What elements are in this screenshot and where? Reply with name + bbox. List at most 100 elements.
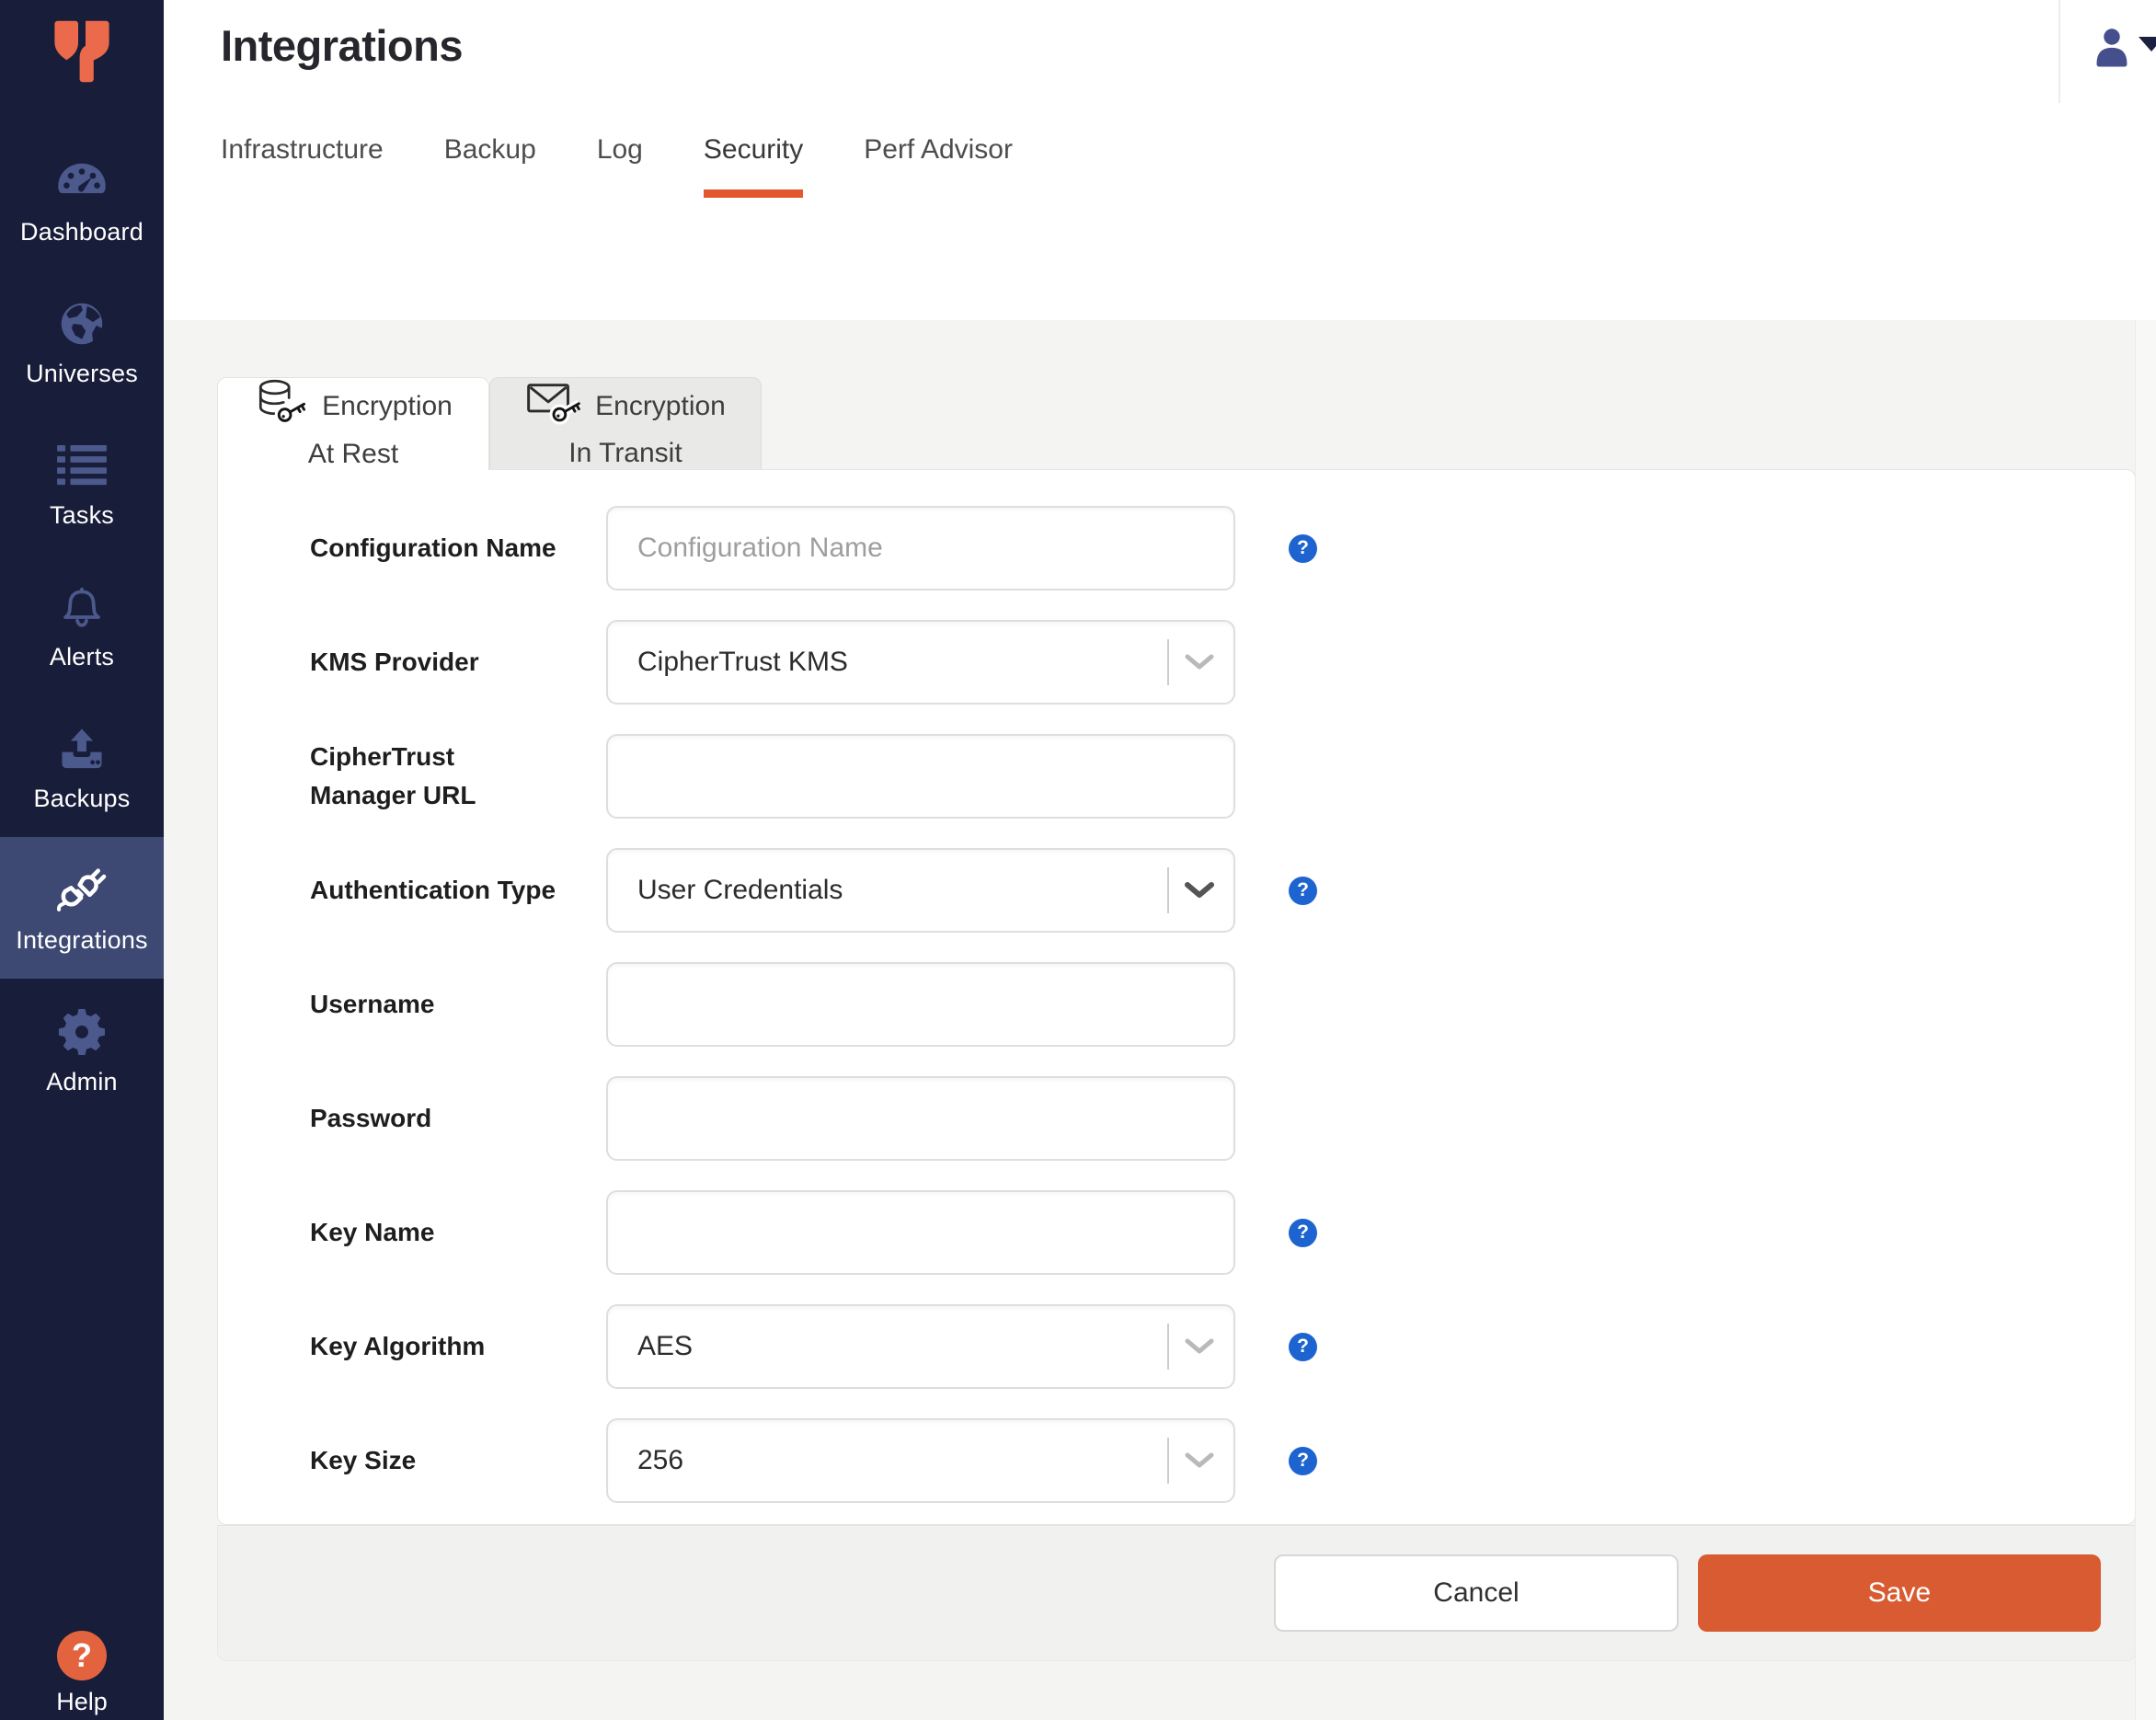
help-icon: ? — [57, 1631, 107, 1680]
form-row-key-algorithm: Key Algorithm AES? — [310, 1304, 2135, 1389]
ciphertrust-manager-url-input[interactable] — [606, 734, 1235, 819]
main-area: Integrations Infrastructure Backup Log Secu… — [164, 0, 2156, 1720]
authentication-type-field: User Credentials — [606, 848, 1235, 933]
ciphertrust-manager-url-label: CipherTrust Manager URL — [310, 742, 476, 809]
configuration-name-field — [606, 506, 1235, 591]
key-name-input[interactable] — [606, 1190, 1235, 1275]
content-area: Encryption At Rest Encryption In Transit C… — [164, 320, 2156, 1720]
tab-perf-advisor[interactable]: Perf Advisor — [864, 134, 1013, 198]
encryption-at-rest-form: Configuration Name? KMS Provider CipherTru… — [217, 469, 2136, 1525]
encryption-tab-bar: Encryption At Rest Encryption In Transit — [217, 377, 2136, 470]
authentication-type-value: User Credentials — [637, 875, 843, 905]
yugabyte-logo[interactable] — [0, 0, 164, 116]
key-size-value: 256 — [637, 1445, 684, 1475]
kms-provider-value: CipherTrust KMS — [637, 647, 848, 677]
configuration-name-label: Configuration Name — [310, 533, 556, 562]
universes-globe-icon — [58, 295, 106, 352]
sidebar-item-label: Integrations — [16, 925, 148, 954]
sidebar-nav: Dashboard Universes Tasks Alerts Backups… — [0, 129, 164, 1120]
password-field — [606, 1076, 1235, 1161]
select-divider — [1167, 867, 1169, 913]
username-input[interactable] — [606, 962, 1235, 1047]
help-tooltip-icon[interactable]: ? — [1289, 533, 1317, 563]
chevron-down-icon[interactable] — [1180, 879, 1219, 901]
help-tooltip-icon[interactable]: ? — [1289, 876, 1317, 905]
configuration-name-input[interactable] — [606, 506, 1235, 591]
sidebar-item-integrations[interactable]: Integrations — [0, 837, 164, 979]
admin-gear-icon — [59, 1003, 105, 1061]
sidebar-item-label: Dashboard — [20, 217, 143, 246]
sidebar-item-help[interactable]: ? Help — [0, 1631, 164, 1716]
key-size-select[interactable]: 256 — [606, 1418, 1235, 1503]
key-algorithm-select[interactable]: AES — [606, 1304, 1235, 1389]
key-algorithm-value: AES — [637, 1331, 694, 1361]
tab-log[interactable]: Log — [597, 134, 643, 198]
form-footer: Cancel Save — [217, 1525, 2136, 1661]
alerts-bell-icon — [58, 579, 106, 636]
form-row-key-size: Key Size 256? — [310, 1418, 2135, 1503]
scrollbar-gutter[interactable] — [2135, 320, 2156, 1720]
help-tooltip-icon[interactable]: ? — [1289, 1332, 1317, 1361]
dashboard-gauge-icon — [55, 154, 109, 211]
sidebar-item-label: Tasks — [49, 500, 115, 529]
enc-tab-line2: In Transit — [568, 438, 682, 468]
enc-tab-line1: Encryption — [322, 391, 453, 421]
help-label: Help — [56, 1688, 108, 1715]
sidebar-item-label: Backups — [33, 784, 131, 812]
cancel-button[interactable]: Cancel — [1274, 1554, 1679, 1632]
key-algorithm-field: AES — [606, 1304, 1235, 1389]
sidebar-item-label: Universes — [26, 359, 138, 387]
sidebar-item-label: Alerts — [49, 642, 115, 671]
sidebar-item-universes[interactable]: Universes — [0, 270, 164, 412]
chevron-down-icon[interactable] — [1180, 1450, 1219, 1472]
tab-encryption-at-rest[interactable]: Encryption At Rest — [217, 377, 489, 470]
yugabyte-logo-icon — [54, 20, 109, 83]
topbar-divider — [2059, 0, 2060, 103]
select-divider — [1167, 1324, 1169, 1370]
form-row-kms-provider: KMS Provider CipherTrust KMS — [310, 620, 2135, 705]
form-row-configuration-name: Configuration Name? — [310, 506, 2135, 591]
key-name-field — [606, 1190, 1235, 1275]
header-tab-bar: Infrastructure Backup Log Security Perf Advi… — [221, 134, 1013, 198]
chevron-down-icon[interactable] — [1180, 651, 1219, 673]
tab-infrastructure[interactable]: Infrastructure — [221, 134, 384, 198]
key-size-label: Key Size — [310, 1446, 417, 1474]
tab-backup[interactable]: Backup — [444, 134, 536, 198]
sidebar-item-label: Admin — [46, 1067, 118, 1095]
user-menu-caret-icon[interactable] — [2139, 37, 2156, 52]
authentication-type-select[interactable]: User Credentials — [606, 848, 1235, 933]
sidebar-item-alerts[interactable]: Alerts — [0, 554, 164, 695]
form-row-username: Username — [310, 962, 2135, 1047]
page-title: Integrations — [221, 21, 463, 70]
sidebar-item-dashboard[interactable]: Dashboard — [0, 129, 164, 270]
form-row-password: Password — [310, 1076, 2135, 1161]
form-row-authentication-type: Authentication Type User Credentials? — [310, 848, 2135, 933]
form-row-key-name: Key Name? — [310, 1190, 2135, 1275]
key-algorithm-label: Key Algorithm — [310, 1332, 486, 1360]
envelope-key-icon — [525, 376, 582, 435]
ciphertrust-manager-url-field — [606, 734, 1235, 819]
kms-provider-field: CipherTrust KMS — [606, 620, 1235, 705]
sidebar-item-tasks[interactable]: Tasks — [0, 412, 164, 554]
enc-tab-line2: At Rest — [307, 438, 399, 469]
sidebar-item-backups[interactable]: Backups — [0, 695, 164, 837]
authentication-type-label: Authentication Type — [310, 876, 556, 904]
page-header: Integrations Infrastructure Backup Log Secu… — [164, 0, 2156, 320]
form-row-ciphertrust-manager-url: CipherTrust Manager URL — [310, 734, 2135, 819]
user-avatar-icon[interactable] — [2092, 26, 2132, 73]
kms-provider-select[interactable]: CipherTrust KMS — [606, 620, 1235, 705]
password-label: Password — [310, 1104, 432, 1132]
sidebar-item-admin[interactable]: Admin — [0, 979, 164, 1120]
chevron-down-icon[interactable] — [1180, 1336, 1219, 1358]
tasks-list-icon — [57, 437, 107, 494]
username-field — [606, 962, 1235, 1047]
enc-tab-line1: Encryption — [595, 390, 726, 421]
sidebar: Dashboard Universes Tasks Alerts Backups… — [0, 0, 164, 1720]
tab-security[interactable]: Security — [703, 134, 804, 198]
help-tooltip-icon[interactable]: ? — [1289, 1446, 1317, 1475]
help-tooltip-icon[interactable]: ? — [1289, 1218, 1317, 1247]
integrations-plug-icon — [55, 862, 109, 919]
password-input[interactable] — [606, 1076, 1235, 1161]
save-button[interactable]: Save — [1698, 1554, 2101, 1632]
tab-encryption-in-transit[interactable]: Encryption In Transit — [489, 377, 762, 469]
